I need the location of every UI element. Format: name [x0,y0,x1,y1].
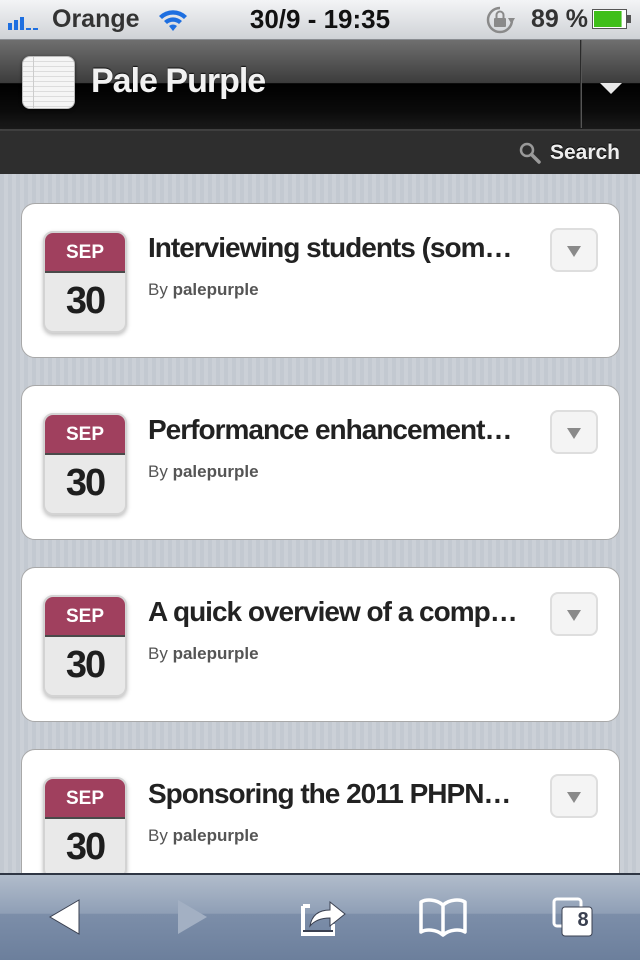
orientation-lock-icon [486,6,515,34]
by-label: By [148,280,168,299]
date-badge: SEP 30 [43,231,127,333]
back-button[interactable] [35,887,95,947]
share-icon [301,900,346,936]
battery-percent: 89 % [531,5,588,33]
by-label: By [148,644,168,663]
post-list[interactable]: SEP 30 Interviewing students (som… By pa… [0,174,640,874]
menu-toggle-button[interactable] [580,40,640,128]
share-button[interactable] [294,887,354,947]
date-day: 30 [65,644,106,686]
date-day: 30 [65,826,106,868]
post-byline: By palepurple [148,280,259,300]
post-author[interactable]: palepurple [173,462,259,481]
forward-button[interactable] [162,887,222,947]
post-options-button[interactable] [550,774,598,818]
date-day: 30 [65,462,106,504]
tab-count-badge: 8 [577,909,589,931]
post-options-button[interactable] [550,592,598,636]
date-badge: SEP 30 [43,413,127,515]
date-month: SEP [45,415,125,455]
post-author[interactable]: palepurple [173,644,259,663]
date-month: SEP [45,233,125,273]
tabs-button[interactable]: 8 [543,887,603,947]
by-label: By [148,826,168,845]
chevron-down-icon [567,610,581,621]
post-byline: By palepurple [148,462,259,482]
post-author[interactable]: palepurple [173,280,259,299]
chevron-down-icon [600,83,622,94]
post-card[interactable]: SEP 30 Sponsoring the 2011 PHPN… By pale… [21,749,620,874]
date-badge: SEP 30 [43,595,127,697]
chevron-down-icon [567,246,581,257]
bookmarks-icon [419,898,467,937]
by-label: By [148,462,168,481]
post-card[interactable]: SEP 30 Performance enhancement… By palep… [21,385,620,540]
bookmarks-button[interactable] [413,887,473,947]
search-button[interactable]: Search [518,139,620,167]
search-icon [519,142,541,164]
post-title[interactable]: Interviewing students (som… [148,232,528,264]
forward-icon [178,900,207,934]
post-byline: By palepurple [148,644,259,664]
post-title[interactable]: Performance enhancement… [148,414,528,446]
site-logo-icon[interactable] [22,56,75,109]
post-card[interactable]: SEP 30 Interviewing students (som… By pa… [21,203,620,358]
post-byline: By palepurple [148,826,259,846]
browser-toolbar: 8 [0,873,640,960]
chevron-down-icon [567,792,581,803]
status-bar: Orange 30/9 - 19:35 89 % [0,0,640,40]
site-header: Pale Purple [0,40,640,130]
back-icon [49,899,80,935]
post-author[interactable]: palepurple [173,826,259,845]
post-title[interactable]: Sponsoring the 2011 PHPN… [148,778,528,810]
post-options-button[interactable] [550,228,598,272]
post-card[interactable]: SEP 30 A quick overview of a comp… By pa… [21,567,620,722]
date-month: SEP [45,779,125,819]
date-badge: SEP 30 [43,777,127,874]
post-title[interactable]: A quick overview of a comp… [148,596,528,628]
date-month: SEP [45,597,125,637]
date-day: 30 [65,280,106,322]
chevron-down-icon [567,428,581,439]
battery-icon [592,9,631,29]
site-title[interactable]: Pale Purple [91,62,266,101]
post-options-button[interactable] [550,410,598,454]
search-label: Search [549,141,620,164]
search-bar: Search [0,130,640,174]
